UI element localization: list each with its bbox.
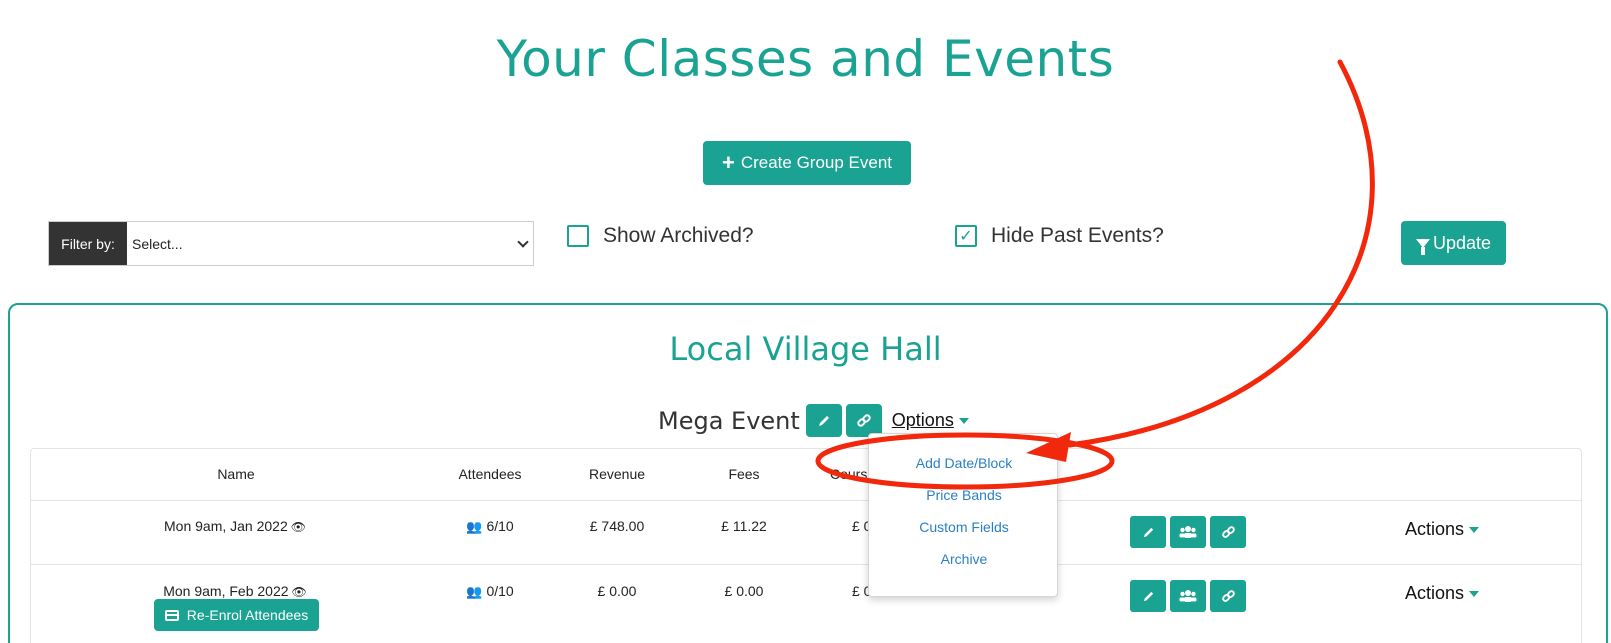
row-action-buttons xyxy=(1130,580,1246,612)
re-enrol-attendees-button[interactable]: Re-Enrol Attendees xyxy=(154,599,319,631)
filter-select-value: Select... xyxy=(132,235,183,252)
table-row-fees: £ 11.22 xyxy=(721,518,767,534)
pencil-icon xyxy=(1143,527,1153,537)
attendees-button[interactable] xyxy=(1170,580,1206,612)
create-group-event-button[interactable]: + Create Group Event xyxy=(703,141,911,185)
col-header-name: Name xyxy=(217,466,255,482)
menu-item-archive[interactable]: Archive xyxy=(869,551,1059,567)
edit-date-button[interactable] xyxy=(1130,580,1166,612)
venue-title: Local Village Hall xyxy=(669,330,942,368)
link-icon xyxy=(1221,589,1235,602)
hide-past-events-label: Hide Past Events? xyxy=(991,224,1164,247)
filter-control: Filter by: Select... xyxy=(48,221,534,266)
plus-icon: + xyxy=(721,150,735,175)
row-action-buttons xyxy=(1130,516,1246,548)
users-icon: 👥 xyxy=(466,584,483,599)
options-dropdown-toggle[interactable]: Options xyxy=(892,410,969,431)
checkbox-empty-icon[interactable] xyxy=(567,225,589,247)
hide-past-events-checkbox[interactable]: ✓ Hide Past Events? xyxy=(955,224,1164,248)
filter-icon xyxy=(1415,238,1430,255)
page-title: Your Classes and Events xyxy=(496,30,1115,88)
edit-date-button[interactable] xyxy=(1130,516,1166,548)
table-row-revenue: £ 748.00 xyxy=(589,518,645,534)
chevron-down-icon xyxy=(517,235,529,248)
users-icon xyxy=(1179,526,1197,538)
options-dropdown-menu: Add Date/Block Price Bands Custom Fields… xyxy=(868,433,1058,597)
row-divider xyxy=(31,500,1581,501)
table-row-name[interactable]: Mon 9am, Feb 2022 👁 xyxy=(140,583,330,599)
col-header-revenue: Revenue xyxy=(588,466,646,482)
table-row-revenue: £ 0.00 xyxy=(597,583,637,599)
options-label: Options xyxy=(891,410,954,430)
caret-down-icon xyxy=(1469,526,1480,533)
check-icon[interactable]: ✓ xyxy=(955,225,977,247)
caret-down-icon xyxy=(958,417,969,424)
caret-down-icon xyxy=(1469,590,1480,597)
menu-item-price-bands[interactable]: Price Bands xyxy=(869,487,1059,503)
eye-icon[interactable]: 👁 xyxy=(291,520,306,534)
credit-card-icon xyxy=(164,609,179,621)
users-icon: 👥 xyxy=(466,519,483,534)
menu-item-custom-fields[interactable]: Custom Fields xyxy=(869,519,1059,535)
col-header-attendees: Attendees xyxy=(458,466,522,482)
filter-label: Filter by: xyxy=(49,222,127,265)
pencil-icon xyxy=(1143,591,1153,601)
pencil-icon xyxy=(818,415,829,426)
table-row-attendees: 👥 0/10 xyxy=(466,583,514,599)
table-row-name[interactable]: Mon 9am, Jan 2022 👁 xyxy=(140,518,330,534)
update-label: Update xyxy=(1432,232,1492,253)
attendees-button[interactable] xyxy=(1170,516,1206,548)
update-button[interactable]: Update xyxy=(1401,221,1506,265)
filter-select[interactable]: Select... xyxy=(127,222,533,265)
link-icon xyxy=(857,413,871,427)
eye-icon[interactable]: 👁 xyxy=(292,585,307,599)
show-archived-label: Show Archived? xyxy=(603,224,754,247)
col-header-fees: Fees xyxy=(728,466,760,482)
event-name: Mega Event xyxy=(658,406,800,435)
table-row-attendees: 👥 6/10 xyxy=(466,518,514,534)
edit-event-button[interactable] xyxy=(805,404,842,437)
link-icon xyxy=(1221,525,1235,538)
create-group-event-label: Create Group Event xyxy=(740,153,893,172)
date-link-button[interactable] xyxy=(1210,580,1246,612)
row-actions-dropdown[interactable]: Actions xyxy=(1405,583,1480,604)
row-divider xyxy=(31,564,1581,565)
row-actions-dropdown[interactable]: Actions xyxy=(1405,519,1480,540)
table-row-fees: £ 0.00 xyxy=(724,583,764,599)
show-archived-checkbox[interactable]: Show Archived? xyxy=(567,224,754,248)
users-icon xyxy=(1179,590,1197,602)
date-link-button[interactable] xyxy=(1210,516,1246,548)
menu-item-add-date-block[interactable]: Add Date/Block xyxy=(869,455,1059,471)
